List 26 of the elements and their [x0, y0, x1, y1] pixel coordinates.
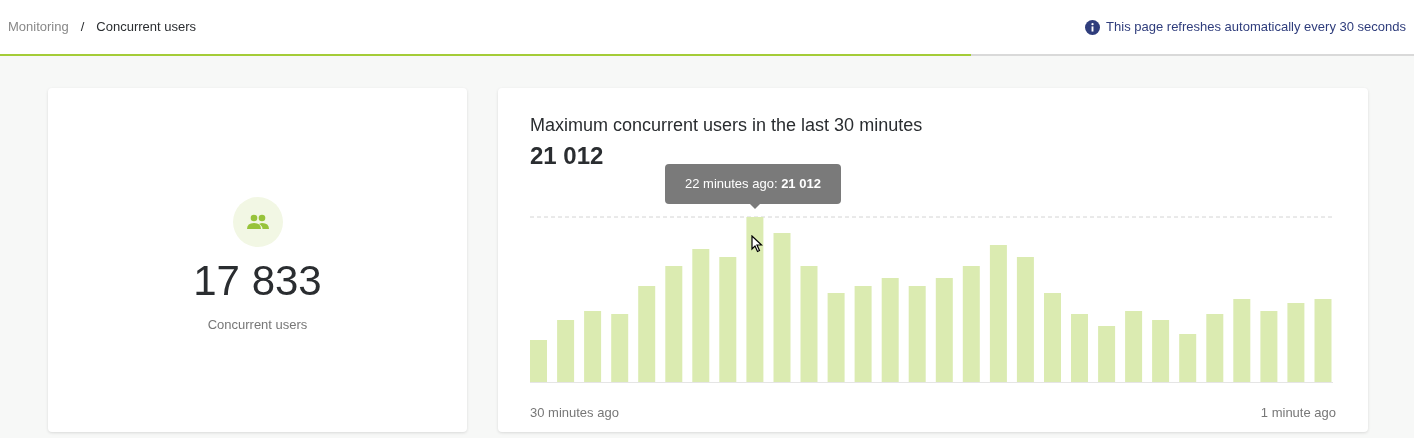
current-users-value: 17 833: [193, 260, 322, 303]
chart-bar: [1260, 311, 1278, 382]
chart-bar: [530, 340, 547, 382]
chart-bar: [584, 311, 602, 382]
users-icon: [246, 214, 269, 231]
chart-bar: [1071, 314, 1088, 382]
axis-end-label: 1 minute ago: [1260, 404, 1336, 422]
chart-bar: [1098, 326, 1116, 382]
chart-bar: [1125, 311, 1143, 382]
axis-start-label: 30 minutes ago: [530, 404, 619, 422]
chart-bar: [557, 320, 575, 382]
chart-bar: [1152, 320, 1170, 382]
chart-bar: [611, 314, 629, 382]
current-users-label: Concurrent users: [207, 316, 308, 335]
chart-bar: [1206, 314, 1224, 382]
tooltip-arrow: [750, 204, 760, 209]
card-title: Maximum concurrent users in the last 30 minutes: [530, 114, 924, 137]
breadcrumb-current: Concurrent users: [96, 18, 197, 37]
chart-tooltip: 22 minutes ago: 21 012: [665, 164, 841, 204]
info-icon: [1085, 19, 1101, 35]
chart-bar: [1179, 334, 1197, 382]
pointer-icon: [751, 235, 763, 253]
max-users-value: 21 012: [530, 141, 605, 171]
breadcrumb-separator: /: [80, 18, 85, 37]
breadcrumb-link[interactable]: Monitoring: [8, 17, 69, 37]
refresh-notice: This page refreshes automatically every 30 seconds: [1106, 18, 1406, 37]
